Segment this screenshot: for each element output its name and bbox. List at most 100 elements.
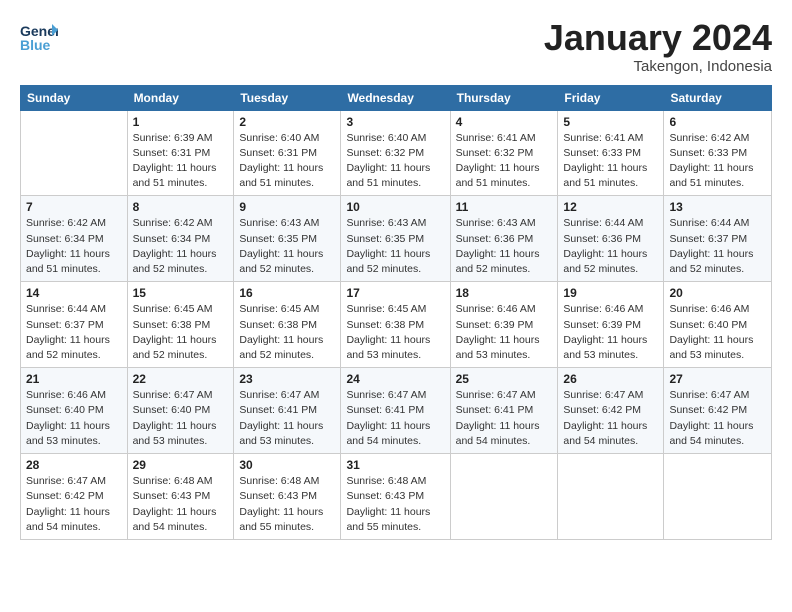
sunset-text: Sunset: 6:32 PM — [346, 146, 444, 161]
sunset-text: Sunset: 6:40 PM — [133, 403, 229, 418]
sunrise-text: Sunrise: 6:48 AM — [239, 474, 335, 489]
sunrise-text: Sunrise: 6:42 AM — [133, 216, 229, 231]
day-number: 17 — [346, 286, 444, 300]
day-cell: 16Sunrise: 6:45 AMSunset: 6:38 PMDayligh… — [234, 282, 341, 368]
daylight-text: Daylight: 11 hours and 54 minutes. — [563, 419, 658, 449]
day-number: 19 — [563, 286, 658, 300]
daylight-text: Daylight: 11 hours and 51 minutes. — [456, 161, 553, 191]
sunset-text: Sunset: 6:38 PM — [133, 318, 229, 333]
daylight-text: Daylight: 11 hours and 53 minutes. — [346, 333, 444, 363]
day-number: 14 — [26, 286, 122, 300]
sunrise-text: Sunrise: 6:42 AM — [26, 216, 122, 231]
sunset-text: Sunset: 6:31 PM — [133, 146, 229, 161]
sunset-text: Sunset: 6:35 PM — [346, 232, 444, 247]
day-number: 5 — [563, 115, 658, 129]
sunrise-text: Sunrise: 6:47 AM — [563, 388, 658, 403]
daylight-text: Daylight: 11 hours and 54 minutes. — [26, 505, 122, 535]
day-cell: 23 Sunrise: 6:47 AMSunset: 6:41 PMDayligh… — [234, 368, 341, 454]
sunset-text: Sunset: 6:34 PM — [26, 232, 122, 247]
sunset-text: Sunset: 6:36 PM — [456, 232, 553, 247]
daylight-text: Daylight: 11 hours and 52 minutes. — [456, 247, 553, 277]
sunrise-text: Sunrise: 6:46 AM — [669, 302, 766, 317]
day-number: 9 — [239, 200, 335, 214]
sunset-text: Sunset: 6:39 PM — [563, 318, 658, 333]
day-info: Sunrise: 6:43 AMSunset: 6:36 PMDaylight:… — [456, 216, 553, 277]
sunrise-text: Sunrise: 6:47 AM — [239, 388, 335, 403]
daylight-text: Daylight: 11 hours and 52 minutes. — [563, 247, 658, 277]
day-cell: 31Sunrise: 6:48 AMSunset: 6:43 PMDayligh… — [341, 454, 450, 540]
day-number: 20 — [669, 286, 766, 300]
day-number: 6 — [669, 115, 766, 129]
day-cell: 20Sunrise: 6:46 AMSunset: 6:40 PMDayligh… — [664, 282, 772, 368]
calendar-table: SundayMondayTuesdayWednesdayThursdayFrid… — [20, 85, 772, 540]
sunrise-text: Sunrise: 6:43 AM — [346, 216, 444, 231]
day-cell: 8Sunrise: 6:42 AMSunset: 6:34 PMDaylight… — [127, 196, 234, 282]
day-cell: 26Sunrise: 6:47 AMSunset: 6:42 PMDayligh… — [558, 368, 664, 454]
daylight-text: Daylight: 11 hours and 51 minutes. — [239, 161, 335, 191]
day-info: Sunrise: 6:47 AMSunset: 6:42 PMDaylight:… — [26, 474, 122, 535]
day-cell: 2Sunrise: 6:40 AMSunset: 6:31 PMDaylight… — [234, 110, 341, 196]
day-cell — [21, 110, 128, 196]
day-cell: 24 Sunrise: 6:47 AMSunset: 6:41 PMDayligh… — [341, 368, 450, 454]
sunrise-text: Sunrise: 6:42 AM — [669, 131, 766, 146]
daylight-text: Daylight: 11 hours and 52 minutes. — [239, 333, 335, 363]
day-info: Sunrise: 6:42 AMSunset: 6:34 PMDaylight:… — [133, 216, 229, 277]
logo-icon: General Blue — [20, 18, 58, 56]
day-info: Sunrise: 6:47 AMSunset: 6:42 PMDaylight:… — [563, 388, 658, 449]
week-row-3: 21Sunrise: 6:46 AMSunset: 6:40 PMDayligh… — [21, 368, 772, 454]
sunrise-text: Sunrise: 6:48 AM — [133, 474, 229, 489]
day-cell: 4Sunrise: 6:41 AMSunset: 6:32 PMDaylight… — [450, 110, 558, 196]
header-cell-sunday: Sunday — [21, 85, 128, 110]
day-cell: 18Sunrise: 6:46 AMSunset: 6:39 PMDayligh… — [450, 282, 558, 368]
sunset-text: Sunset: 6:37 PM — [26, 318, 122, 333]
day-number: 11 — [456, 200, 553, 214]
logo: General Blue — [20, 18, 58, 61]
day-cell: 15Sunrise: 6:45 AMSunset: 6:38 PMDayligh… — [127, 282, 234, 368]
day-number: 23 — [239, 372, 335, 386]
day-info: Sunrise: 6:45 AMSunset: 6:38 PMDaylight:… — [346, 302, 444, 363]
day-cell: 12Sunrise: 6:44 AMSunset: 6:36 PMDayligh… — [558, 196, 664, 282]
title-block: January 2024 Takengon, Indonesia — [544, 18, 772, 75]
day-cell: 28Sunrise: 6:47 AMSunset: 6:42 PMDayligh… — [21, 454, 128, 540]
sunset-text: Sunset: 6:41 PM — [239, 403, 335, 418]
day-info: Sunrise: 6:41 AMSunset: 6:33 PMDaylight:… — [563, 131, 658, 192]
sunset-text: Sunset: 6:41 PM — [346, 403, 444, 418]
sunrise-text: Sunrise: 6:46 AM — [26, 388, 122, 403]
header-cell-wednesday: Wednesday — [341, 85, 450, 110]
sunrise-text: Sunrise: 6:45 AM — [346, 302, 444, 317]
daylight-text: Daylight: 11 hours and 54 minutes. — [669, 419, 766, 449]
day-cell — [450, 454, 558, 540]
day-info: Sunrise: 6:46 AMSunset: 6:39 PMDaylight:… — [563, 302, 658, 363]
day-cell: 21Sunrise: 6:46 AMSunset: 6:40 PMDayligh… — [21, 368, 128, 454]
header-row: SundayMondayTuesdayWednesdayThursdayFrid… — [21, 85, 772, 110]
day-cell: 13Sunrise: 6:44 AMSunset: 6:37 PMDayligh… — [664, 196, 772, 282]
day-cell: 17 Sunrise: 6:45 AMSunset: 6:38 PMDayligh… — [341, 282, 450, 368]
sunset-text: Sunset: 6:43 PM — [346, 489, 444, 504]
day-info: Sunrise: 6:46 AMSunset: 6:39 PMDaylight:… — [456, 302, 553, 363]
sunrise-text: Sunrise: 6:43 AM — [239, 216, 335, 231]
daylight-text: Daylight: 11 hours and 51 minutes. — [563, 161, 658, 191]
day-info: Sunrise: 6:45 AMSunset: 6:38 PMDaylight:… — [239, 302, 335, 363]
day-info: Sunrise: 6:40 AMSunset: 6:32 PMDaylight:… — [346, 131, 444, 192]
day-number: 24 — [346, 372, 444, 386]
day-cell: 7Sunrise: 6:42 AMSunset: 6:34 PMDaylight… — [21, 196, 128, 282]
sunrise-text: Sunrise: 6:43 AM — [456, 216, 553, 231]
week-row-2: 14Sunrise: 6:44 AMSunset: 6:37 PMDayligh… — [21, 282, 772, 368]
sunrise-text: Sunrise: 6:41 AM — [456, 131, 553, 146]
sunset-text: Sunset: 6:39 PM — [456, 318, 553, 333]
header-cell-saturday: Saturday — [664, 85, 772, 110]
day-number: 12 — [563, 200, 658, 214]
day-info: Sunrise: 6:48 AMSunset: 6:43 PMDaylight:… — [346, 474, 444, 535]
day-cell: 29Sunrise: 6:48 AMSunset: 6:43 PMDayligh… — [127, 454, 234, 540]
day-info: Sunrise: 6:47 AMSunset: 6:41 PMDaylight:… — [239, 388, 335, 449]
day-number: 25 — [456, 372, 553, 386]
day-info: Sunrise: 6:46 AMSunset: 6:40 PMDaylight:… — [26, 388, 122, 449]
day-cell: 25Sunrise: 6:47 AMSunset: 6:41 PMDayligh… — [450, 368, 558, 454]
sunrise-text: Sunrise: 6:40 AM — [346, 131, 444, 146]
sunset-text: Sunset: 6:43 PM — [133, 489, 229, 504]
day-info: Sunrise: 6:47 AMSunset: 6:41 PMDaylight:… — [346, 388, 444, 449]
daylight-text: Daylight: 11 hours and 53 minutes. — [26, 419, 122, 449]
sunset-text: Sunset: 6:42 PM — [26, 489, 122, 504]
day-cell: 3Sunrise: 6:40 AMSunset: 6:32 PMDaylight… — [341, 110, 450, 196]
daylight-text: Daylight: 11 hours and 53 minutes. — [239, 419, 335, 449]
